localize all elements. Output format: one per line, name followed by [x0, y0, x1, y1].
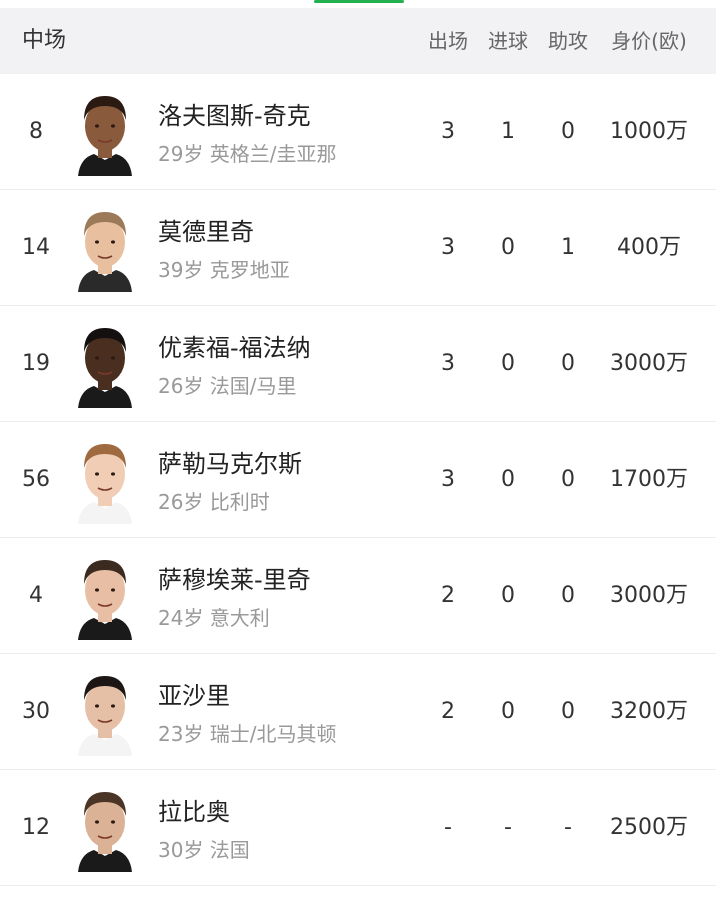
player-number: 14	[22, 235, 50, 260]
column-header-assists[interactable]: 助攻	[538, 8, 598, 74]
assists-value: 0	[561, 583, 575, 608]
player-avatar	[78, 676, 132, 756]
market-value: 3000万	[610, 351, 688, 376]
player-age-nationality: 39岁 克罗地亚	[158, 258, 290, 282]
appearances-value: 2	[441, 699, 455, 724]
player-number: 4	[29, 583, 43, 608]
player-number: 8	[29, 119, 43, 144]
goals-value: -	[504, 815, 512, 840]
appearances-value: 3	[441, 235, 455, 260]
column-header-apps[interactable]: 出场	[418, 8, 478, 74]
assists-value: 0	[561, 699, 575, 724]
goals-value: 0	[501, 351, 515, 376]
player-name[interactable]: 优素福-福法纳	[158, 328, 311, 363]
appearances-value: 3	[441, 467, 455, 492]
player-avatar	[78, 560, 132, 640]
player-row[interactable]: 8 洛夫图斯-奇克 29岁 英格兰/圭亚那 3 1 0 1000万	[0, 74, 716, 190]
player-number: 56	[22, 467, 50, 492]
assists-value: 1	[561, 235, 575, 260]
market-value: 2500万	[610, 815, 688, 840]
assists-value: -	[564, 815, 572, 840]
player-number: 30	[22, 699, 50, 724]
player-age-nationality: 24岁 意大利	[158, 606, 270, 630]
goals-value: 0	[501, 583, 515, 608]
column-header-goals[interactable]: 进球	[478, 8, 538, 74]
player-row[interactable]: 14 莫德里奇 39岁 克罗地亚 3 0 1 400万	[0, 190, 716, 306]
assists-value: 0	[561, 467, 575, 492]
market-value: 3000万	[610, 583, 688, 608]
market-value: 1000万	[610, 119, 688, 144]
player-name[interactable]: 莫德里奇	[158, 212, 254, 247]
player-name[interactable]: 萨勒马克尔斯	[158, 444, 302, 479]
appearances-value: -	[444, 815, 452, 840]
goals-value: 1	[501, 119, 515, 144]
player-row[interactable]: 19 优素福-福法纳 26岁 法国/马里 3 0 0 3000万	[0, 306, 716, 422]
player-row[interactable]: 12 拉比奥 30岁 法国 - - - 2500万	[0, 770, 716, 886]
market-value: 400万	[617, 235, 681, 260]
player-avatar	[78, 328, 132, 408]
goals-value: 0	[501, 467, 515, 492]
player-age-nationality: 26岁 法国/马里	[158, 374, 297, 398]
player-avatar	[78, 792, 132, 872]
player-avatar	[78, 212, 132, 292]
player-row[interactable]: 30 亚沙里 23岁 瑞士/北马其顿 2 0 0 3200万	[0, 654, 716, 770]
player-age-nationality: 30岁 法国	[158, 838, 250, 862]
player-name[interactable]: 洛夫图斯-奇克	[158, 96, 311, 131]
player-number: 12	[22, 815, 50, 840]
goals-value: 0	[501, 699, 515, 724]
player-avatar	[78, 444, 132, 524]
appearances-value: 2	[441, 583, 455, 608]
appearances-value: 3	[441, 351, 455, 376]
player-name[interactable]: 亚沙里	[158, 676, 230, 711]
player-age-nationality: 23岁 瑞士/北马其顿	[158, 722, 337, 746]
goals-value: 0	[501, 235, 515, 260]
player-row[interactable]: 56 萨勒马克尔斯 26岁 比利时 3 0 0 1700万	[0, 422, 716, 538]
assists-value: 0	[561, 351, 575, 376]
player-name[interactable]: 萨穆埃莱-里奇	[158, 560, 311, 595]
table-header: 中场 出场 进球 助攻 身价(欧)	[0, 8, 716, 74]
player-avatar	[78, 96, 132, 176]
player-age-nationality: 26岁 比利时	[158, 490, 270, 514]
section-title: 中场	[22, 28, 67, 53]
player-age-nationality: 29岁 英格兰/圭亚那	[158, 142, 337, 166]
player-row[interactable]: 4 萨穆埃莱-里奇 24岁 意大利 2 0 0 3000万	[0, 538, 716, 654]
market-value: 1700万	[610, 467, 688, 492]
column-header-value[interactable]: 身价(欧)	[598, 8, 700, 74]
market-value: 3200万	[610, 699, 688, 724]
player-name[interactable]: 拉比奥	[158, 792, 230, 827]
assists-value: 0	[561, 119, 575, 144]
active-tab-indicator	[314, 0, 404, 3]
player-number: 19	[22, 351, 50, 376]
player-list: 8 洛夫图斯-奇克 29岁 英格兰/圭亚那 3 1 0 1000万 14 莫德里…	[0, 74, 716, 886]
appearances-value: 3	[441, 119, 455, 144]
